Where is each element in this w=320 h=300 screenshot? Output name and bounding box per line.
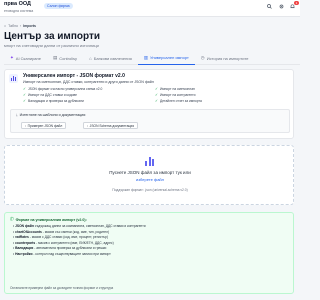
format-title: ⓘ Формат на универсалния импорт (v2.0): <box>10 217 87 222</box>
tab-label: AI Сканиране <box>15 55 41 61</box>
format-note: Останалите примерни файл за да видите то… <box>10 286 114 290</box>
tab-controlisy[interactable]: ▤ Controlisy <box>47 51 83 65</box>
top-bar: прва ООД етоводна система Салон фирма 1 <box>0 0 300 17</box>
tab-import-history[interactable]: ◷ История на импортите <box>195 51 255 65</box>
format-info-card: ⓘ Формат на универсалния импорт (v2.0): … <box>4 212 294 294</box>
tab-label: Банкови извлечения <box>93 55 132 61</box>
check-icon: ✓ <box>155 93 159 97</box>
bar-chart-icon <box>9 74 18 83</box>
breadcrumb-home[interactable]: Табло <box>8 24 18 28</box>
company-subtitle: етоводна система <box>4 9 34 13</box>
info-icon: ⓘ <box>10 217 14 221</box>
list-item: • Настройки - контрол над съществуващите… <box>13 251 111 256</box>
feature-item: ✓ Импорт на контрагенти <box>155 93 196 97</box>
check-icon: ✓ <box>23 93 27 97</box>
bar-chart-icon <box>143 155 156 166</box>
tab-label: Controlisy <box>59 55 78 61</box>
file-dropzone[interactable]: Пуснете JSON файл за импорт тук или избе… <box>4 145 294 205</box>
clock-icon: ◷ <box>200 55 205 60</box>
import-tabs: ✦ AI Сканиране ▤ Controlisy ⌂ Банкови из… <box>4 51 300 65</box>
settings-icon[interactable] <box>278 3 284 9</box>
tab-label: История на импортите <box>206 55 249 61</box>
bank-icon: ⌂ <box>89 55 92 61</box>
chart-icon: ▥ <box>143 54 148 60</box>
universal-import-title: Универсален импорт - JSON формат v2.0 <box>23 73 125 79</box>
company-badge: Салон фирма <box>44 2 73 9</box>
download-icon: ⤓ <box>16 113 18 117</box>
check-icon: ✓ <box>155 99 159 103</box>
company-name[interactable]: прва ООД <box>4 1 31 7</box>
templates-download-box: ⤓ Изтегляне на шаблони и документация: ▫… <box>10 109 290 133</box>
choose-file-link[interactable]: изберете файл <box>5 177 295 182</box>
tab-label: Универсален импорт <box>150 55 189 60</box>
feature-item: ✓ Детайлен отчет за импорта <box>155 99 202 103</box>
universal-import-description: Импорт на сметкоплан, ДДС ставки, контра… <box>23 80 154 84</box>
tab-ai-scan[interactable]: ✦ AI Сканиране <box>4 51 47 65</box>
check-icon: ✓ <box>23 99 27 103</box>
notification-count-badge: 1 <box>294 1 299 5</box>
document-icon: ▤ <box>52 55 58 60</box>
search-icon[interactable] <box>266 3 272 9</box>
feature-item: ✓ JSON формат съгласно универсална схема… <box>23 87 103 91</box>
breadcrumb-current: Imports <box>23 24 36 28</box>
home-icon: ⌂ <box>4 24 7 28</box>
dropzone-hint: Поддържан формат: .json (universal-schem… <box>112 188 188 192</box>
dropzone-title: Пуснете JSON файл за импорт тук или <box>109 170 191 175</box>
tab-bank-statements[interactable]: ⌂ Банкови извлечения <box>83 51 138 65</box>
example-json-button[interactable]: ▫ Примерен JSON файл <box>21 122 67 129</box>
tab-universal-import[interactable]: ▥ Универсален импорт <box>137 51 195 65</box>
sparkle-icon: ✦ <box>10 55 14 60</box>
file-icon: ▫ <box>87 123 89 128</box>
check-icon: ✓ <box>155 87 159 91</box>
templates-title: ⤓ Изтегляне на шаблони и документация: <box>16 113 87 117</box>
json-schema-docs-button[interactable]: ▫ JSON Schema документация <box>83 122 138 129</box>
page-subtitle: мпорт на счетоводни данни от различни из… <box>4 43 99 48</box>
page-title: Център за импорти <box>4 31 100 42</box>
breadcrumb-separator: › <box>19 24 22 28</box>
breadcrumb: ⌂ Табло › Imports <box>4 24 36 28</box>
file-icon: ▫ <box>25 123 27 128</box>
feature-item: ✓ Импорт на сметкоплан <box>155 87 195 91</box>
feature-item: ✓ Импорт на ДДС ставки и кодове <box>23 93 78 97</box>
check-icon: ✓ <box>23 87 27 91</box>
format-list: • JSON файл съдържащ данни за компанията… <box>13 224 283 258</box>
feature-item: ✓ Валидация и проверка за дубликати <box>23 99 84 103</box>
